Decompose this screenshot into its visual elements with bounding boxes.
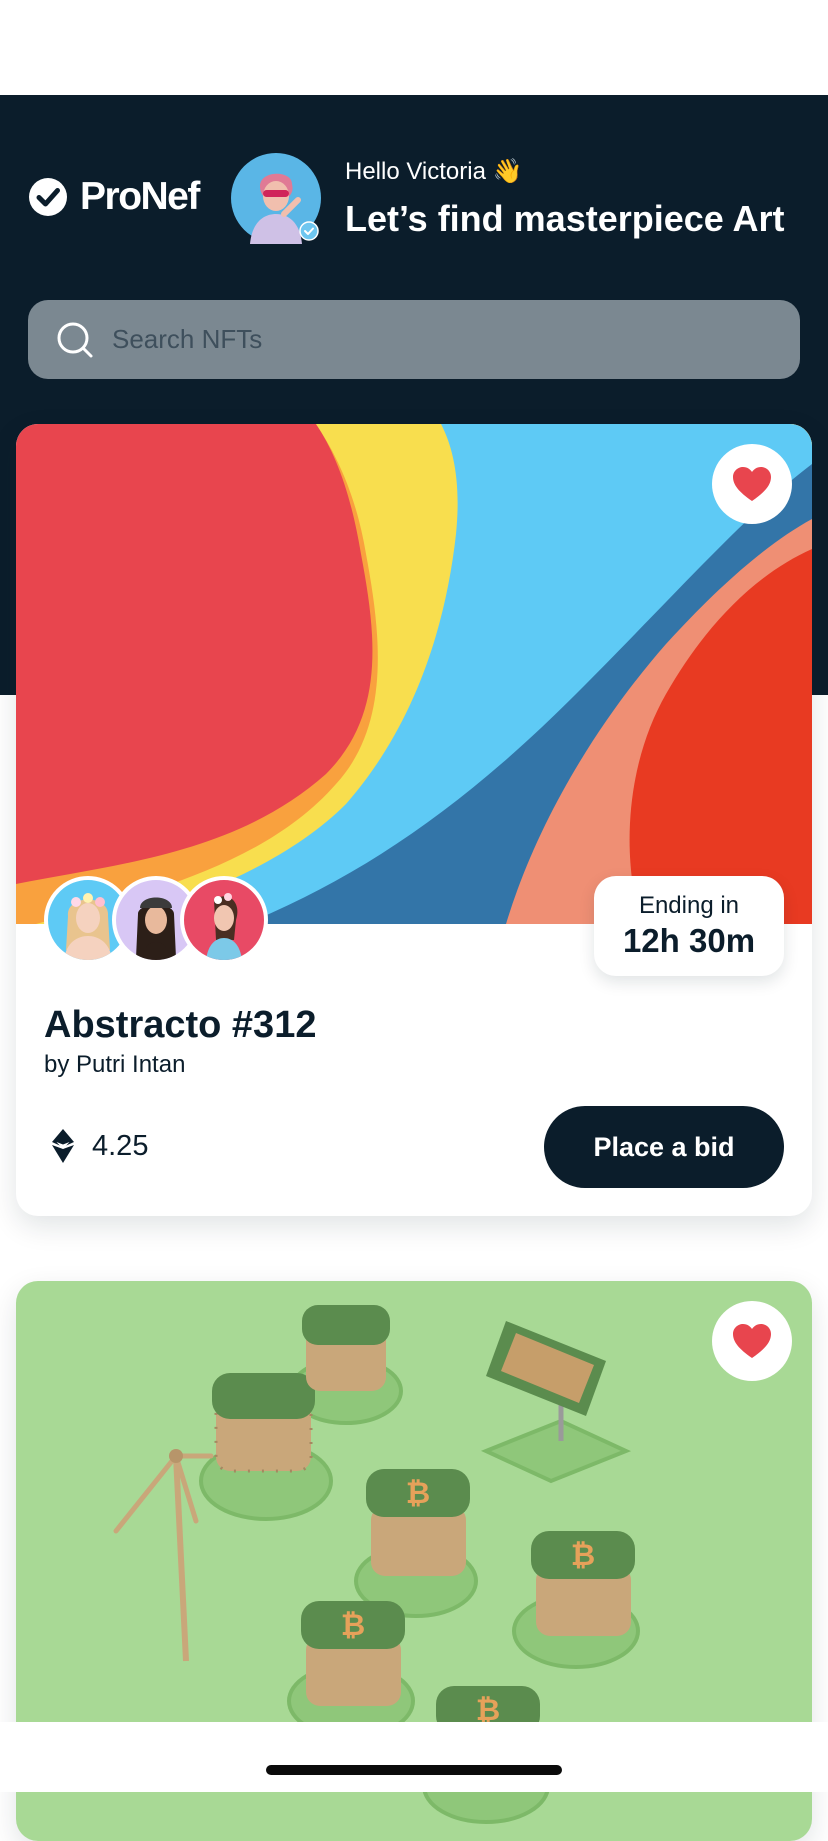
heart-icon [733,1324,771,1358]
nft-artwork-abstract[interactable] [16,424,812,924]
user-avatar[interactable] [230,152,322,244]
nft-price: 4.25 [52,1129,148,1163]
place-bid-button[interactable]: Place a bid [544,1106,784,1188]
ethereum-icon [52,1129,74,1163]
verified-badge-icon [299,221,319,241]
nft-author[interactable]: by Putri Intan [44,1051,185,1079]
collaborator-avatar[interactable] [180,876,268,964]
search-bar[interactable]: Search NFTs [28,300,800,379]
search-input[interactable]: Search NFTs [112,324,262,355]
svg-text:₿: ₿ [571,1539,595,1572]
price-value: 4.25 [92,1129,149,1162]
favorite-button[interactable] [712,444,792,524]
home-indicator[interactable] [266,1765,562,1775]
svg-text:₿: ₿ [341,1609,365,1642]
auction-timer: Ending in 12h 30m [594,876,784,976]
status-bar [0,0,828,95]
favorite-button[interactable] [712,1301,792,1381]
heart-icon [733,467,771,501]
bottom-safe-area [0,1722,828,1792]
svg-text:₿: ₿ [406,1477,430,1510]
greeting-text: Hello Victoria 👋 [345,158,523,185]
page-headline: Let’s find masterpiece Art [345,198,785,239]
nft-title[interactable]: Abstracto #312 [44,1004,316,1047]
check-circle-icon [29,178,67,216]
ending-time: 12h 30m [622,922,756,959]
search-icon [57,322,93,357]
ending-label: Ending in [638,892,740,919]
app-name: ProNef [80,175,200,218]
nft-card[interactable]: Ending in 12h 30m Abstracto #312 by Putr… [16,424,812,1216]
app-logo: ProNef [28,175,200,219]
